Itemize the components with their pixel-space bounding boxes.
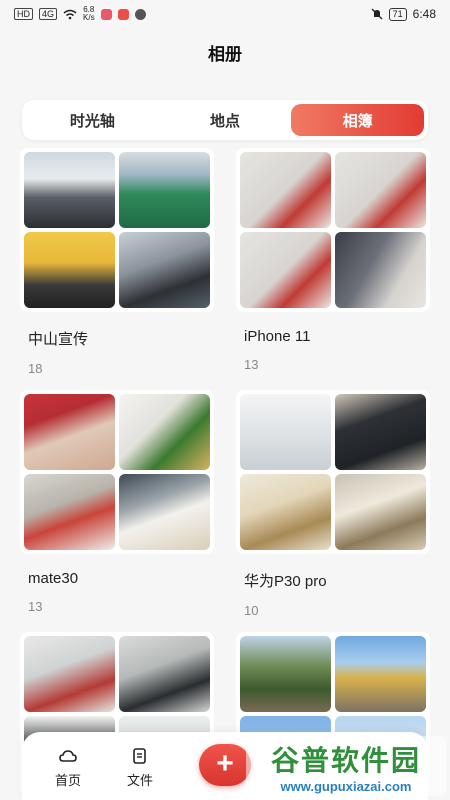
net-speed: 6.8 K/s: [83, 5, 95, 22]
album-thumbnail: [240, 232, 331, 308]
app-notification-icon: [100, 8, 112, 20]
album-thumbnail: [24, 474, 115, 550]
album-count: 18: [28, 361, 43, 376]
album-thumbnail: [119, 474, 210, 550]
album-thumbnail: [24, 636, 115, 712]
nav-home-label: 首页: [54, 773, 81, 788]
add-button[interactable]: +: [199, 744, 251, 786]
album-cover[interactable]: [20, 390, 214, 554]
watermark: 谷普软件园 www.gupuxiazai.com: [246, 736, 446, 796]
album-thumbnail: [119, 232, 210, 308]
album-thumbnail: [240, 152, 331, 228]
album-thumbnail: [24, 232, 115, 308]
files-icon: [133, 748, 146, 764]
album-count: 13: [244, 357, 259, 372]
album-item[interactable]: iPhone 11 13: [236, 148, 430, 372]
album-thumbnail: [335, 232, 426, 308]
album-thumbnail: [335, 474, 426, 550]
album-cover[interactable]: [236, 148, 430, 312]
wifi-icon: [63, 9, 77, 19]
tab-albums[interactable]: 相簿: [291, 104, 425, 136]
status-bar: HD 4G 6.8 K/s 71 6:48: [0, 0, 450, 28]
album-thumbnail: [240, 394, 331, 470]
album-name: 中山宣传: [28, 331, 89, 348]
album-thumbnail: [335, 636, 426, 712]
album-name: 华为P30 pro: [244, 573, 327, 590]
album-name: iPhone 11: [244, 328, 311, 345]
status-right: 71 6:48: [371, 7, 436, 21]
tab-places[interactable]: 地点: [159, 104, 292, 136]
mute-bell-icon: [371, 8, 383, 20]
album-thumbnail: [240, 636, 331, 712]
album-thumbnail: [119, 152, 210, 228]
album-tabs: 时光轴 地点 相簿: [22, 100, 428, 140]
album-item[interactable]: 中山宣传 18: [20, 148, 214, 376]
app-notification-icon: [117, 8, 129, 20]
album-cover[interactable]: [20, 148, 214, 312]
album-item[interactable]: mate30 13: [20, 390, 214, 614]
album-count: 10: [244, 603, 259, 618]
message-icon: [134, 8, 146, 20]
nav-files-label: 文件: [126, 773, 153, 788]
watermark-title: 谷普软件园: [270, 744, 421, 776]
nav-home[interactable]: 首页: [38, 746, 98, 789]
nav-files[interactable]: 文件: [110, 746, 170, 789]
page-title: 相册: [208, 45, 242, 64]
album-name: mate30: [28, 570, 79, 587]
battery-icon: 71: [388, 7, 407, 21]
album-thumbnail: [335, 152, 426, 228]
watermark-url: www.gupuxiazai.com: [280, 778, 412, 794]
cellular-signal-icon: 4G: [39, 8, 58, 20]
album-thumbnail: [24, 152, 115, 228]
album-thumbnail: [119, 394, 210, 470]
tab-timeline[interactable]: 时光轴: [26, 104, 159, 136]
album-cover[interactable]: [236, 390, 430, 554]
album-thumbnail: [119, 636, 210, 712]
clock: 6:48: [412, 7, 436, 21]
album-thumbnail: [24, 394, 115, 470]
album-thumbnail: [335, 394, 426, 470]
album-thumbnail: [240, 474, 331, 550]
album-item[interactable]: 华为P30 pro 10: [236, 390, 430, 618]
status-left: HD 4G 6.8 K/s: [14, 6, 146, 22]
album-count: 13: [28, 599, 43, 614]
cloud-home-icon: [59, 750, 77, 762]
hd-icon: HD: [14, 8, 33, 20]
